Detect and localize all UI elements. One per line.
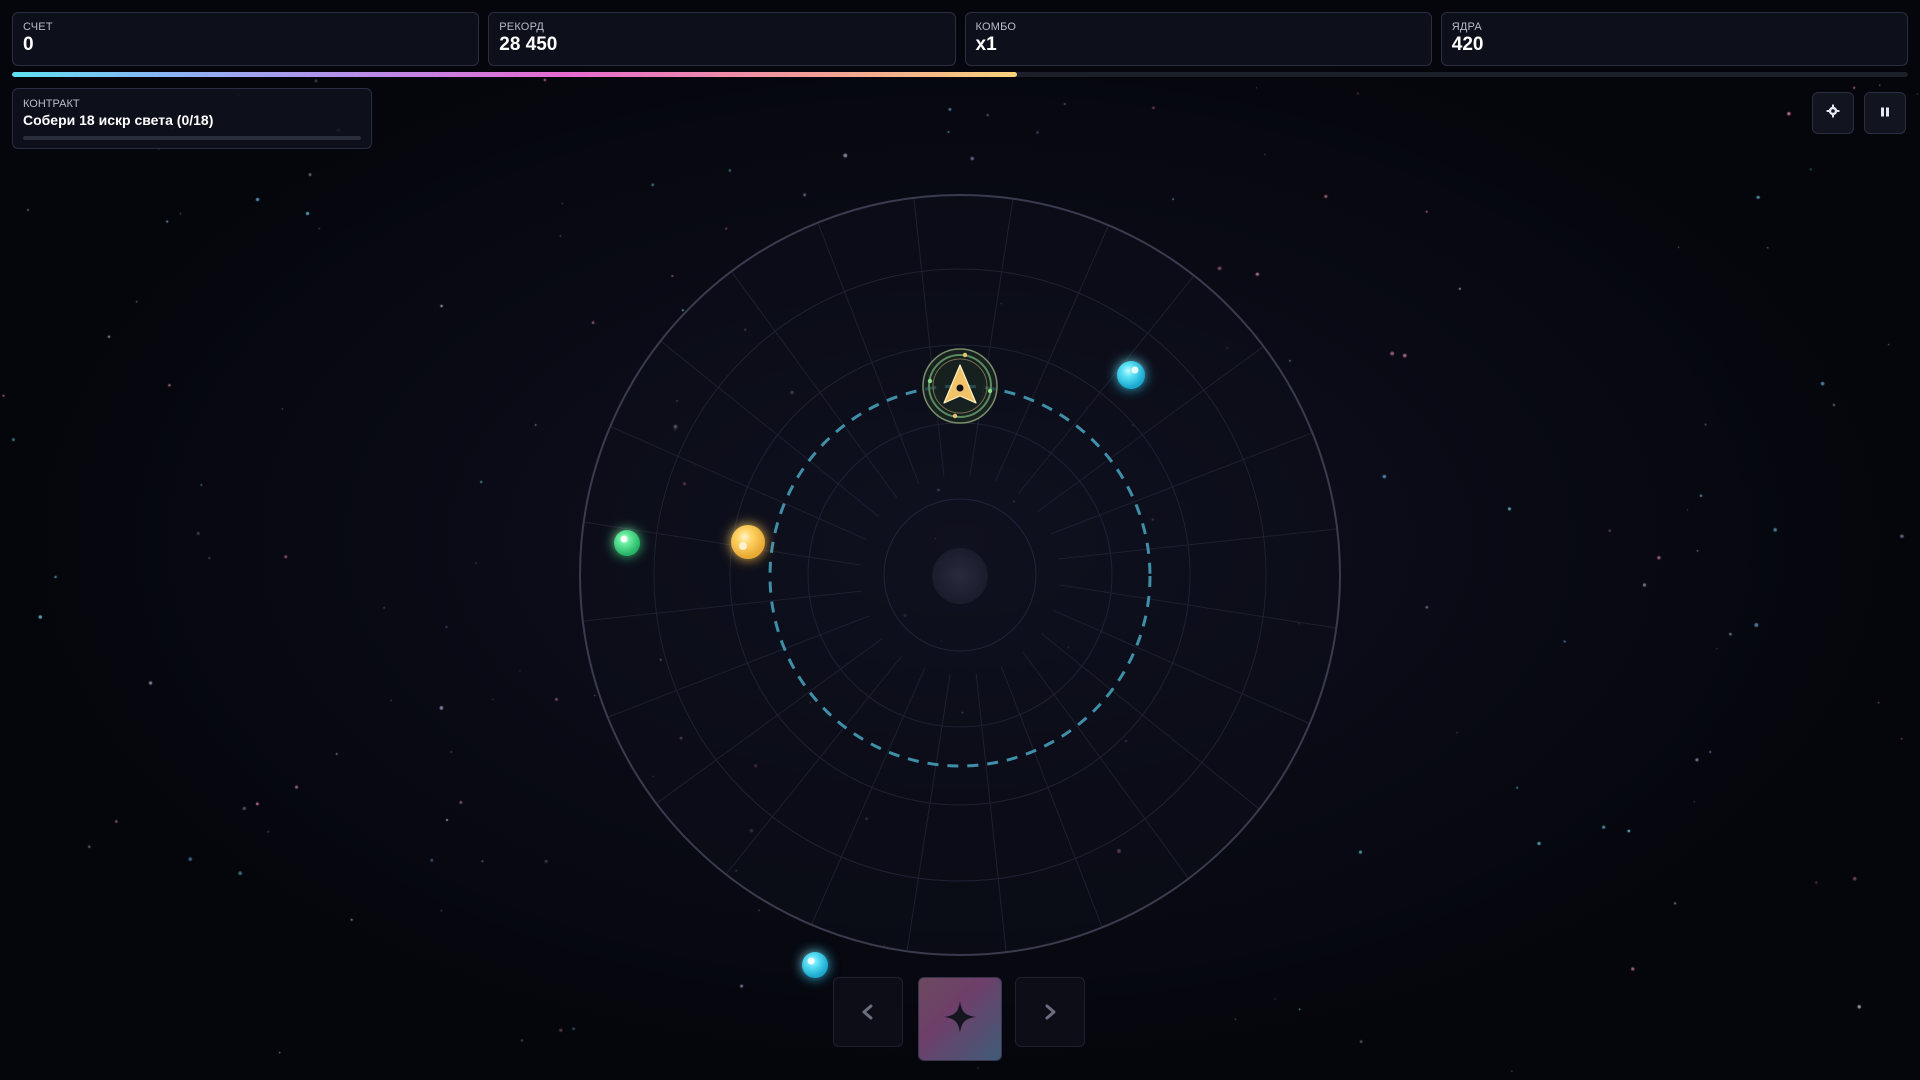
record-label: РЕКОРД <box>499 21 545 33</box>
contract-progress-bar <box>23 136 361 140</box>
record-card: РЕКОРД 28 450 <box>488 12 956 66</box>
score-card: СЧЕТ 0 <box>12 12 480 66</box>
score-value: 0 <box>23 34 34 55</box>
ability-button[interactable] <box>918 977 1002 1061</box>
light-orb-cyan-upper[interactable] <box>1117 361 1145 389</box>
gear-icon <box>1826 104 1840 122</box>
settings-button[interactable] <box>1812 92 1854 134</box>
level-progress-fill <box>12 72 1017 77</box>
score-label: СЧЕТ <box>23 21 53 33</box>
contract-text: Собери 18 искр света (0/18) <box>23 112 214 128</box>
pause-button[interactable] <box>1864 92 1906 134</box>
next-button[interactable] <box>1015 977 1085 1047</box>
contract-panel: КОНТРАКТ Собери 18 искр света (0/18) <box>12 88 372 149</box>
combo-card: КОМБО x1 <box>964 12 1432 66</box>
cores-value: 420 <box>1451 34 1484 55</box>
prev-button[interactable] <box>833 977 903 1047</box>
hud-stats: СЧЕТ 0 РЕКОРД 28 450 КОМБО x1 ЯДРА 420 <box>12 12 1908 66</box>
light-orb-cyan-lower[interactable] <box>802 952 828 978</box>
chevron-left-icon <box>859 995 877 1029</box>
player-ship[interactable] <box>922 348 998 424</box>
sparkle-icon <box>942 999 978 1040</box>
light-orb-yellow[interactable] <box>731 525 765 559</box>
game-stage[interactable]: СЧЕТ 0 РЕКОРД 28 450 КОМБО x1 ЯДРА 420 К… <box>0 0 1920 1080</box>
light-orb-green[interactable] <box>614 530 640 556</box>
arena-core <box>932 548 988 604</box>
cores-label: ЯДРА <box>1451 21 1482 33</box>
combo-label: КОМБО <box>975 21 1017 33</box>
record-value: 28 450 <box>499 34 558 55</box>
chevron-right-icon <box>1041 995 1059 1029</box>
contract-label: КОНТРАКТ <box>23 98 80 110</box>
arena[interactable] <box>0 0 1920 1080</box>
level-progress-bar <box>12 72 1908 77</box>
combo-value: x1 <box>975 34 997 55</box>
cores-card: ЯДРА 420 <box>1440 12 1908 66</box>
pause-icon <box>1879 105 1891 122</box>
